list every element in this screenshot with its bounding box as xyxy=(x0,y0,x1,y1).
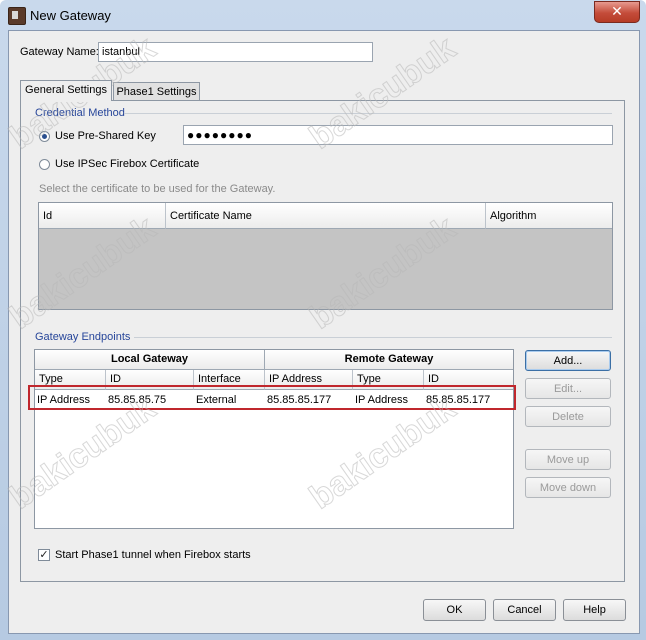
help-button[interactable]: Help xyxy=(563,599,626,621)
endpoints-divider xyxy=(134,337,612,338)
start-phase1-label[interactable]: Start Phase1 tunnel when Firebox starts xyxy=(55,549,251,561)
endpoints-table[interactable]: Local Gateway Remote Gateway Type ID Int… xyxy=(34,349,514,529)
delete-button[interactable]: Delete xyxy=(525,406,611,427)
cert-label[interactable]: Use IPSec Firebox Certificate xyxy=(55,158,199,170)
credential-method-title: Credential Method xyxy=(35,107,125,119)
cert-radio[interactable] xyxy=(39,159,50,170)
remote-gateway-header: Remote Gateway xyxy=(265,350,513,370)
add-button[interactable]: Add... xyxy=(525,350,611,371)
start-phase1-checkbox[interactable]: ✓ xyxy=(38,549,50,561)
cert-hint: Select the certificate to be used for th… xyxy=(39,183,276,195)
psk-label[interactable]: Use Pre-Shared Key xyxy=(55,130,156,142)
tab-joint xyxy=(21,99,111,102)
window-title: New Gateway xyxy=(30,8,111,23)
cert-col-id[interactable]: Id xyxy=(39,203,166,229)
title-bar[interactable]: New Gateway ✕ xyxy=(0,0,646,30)
psk-input[interactable]: ●●●●●●●● xyxy=(183,125,613,145)
edit-button[interactable]: Edit... xyxy=(525,378,611,399)
cert-col-name[interactable]: Certificate Name xyxy=(166,203,486,229)
close-button[interactable]: ✕ xyxy=(594,1,640,23)
cert-col-algorithm[interactable]: Algorithm xyxy=(486,203,612,229)
ok-button[interactable]: OK xyxy=(423,599,486,621)
row-highlight-box xyxy=(28,385,516,410)
gateway-name-label: Gateway Name: xyxy=(20,46,99,58)
local-gateway-header: Local Gateway xyxy=(35,350,265,370)
psk-radio[interactable] xyxy=(39,131,50,142)
tab-general-settings[interactable]: General Settings xyxy=(20,80,112,101)
move-up-button[interactable]: Move up xyxy=(525,449,611,470)
move-down-button[interactable]: Move down xyxy=(525,477,611,498)
gateway-name-input[interactable]: istanbul xyxy=(98,42,373,62)
certificate-table[interactable]: Id Certificate Name Algorithm xyxy=(38,202,613,310)
tab-phase1-settings[interactable]: Phase1 Settings xyxy=(113,82,200,101)
app-icon xyxy=(8,7,26,25)
cancel-button[interactable]: Cancel xyxy=(493,599,556,621)
credential-divider xyxy=(124,113,612,114)
gateway-endpoints-title: Gateway Endpoints xyxy=(35,331,131,343)
